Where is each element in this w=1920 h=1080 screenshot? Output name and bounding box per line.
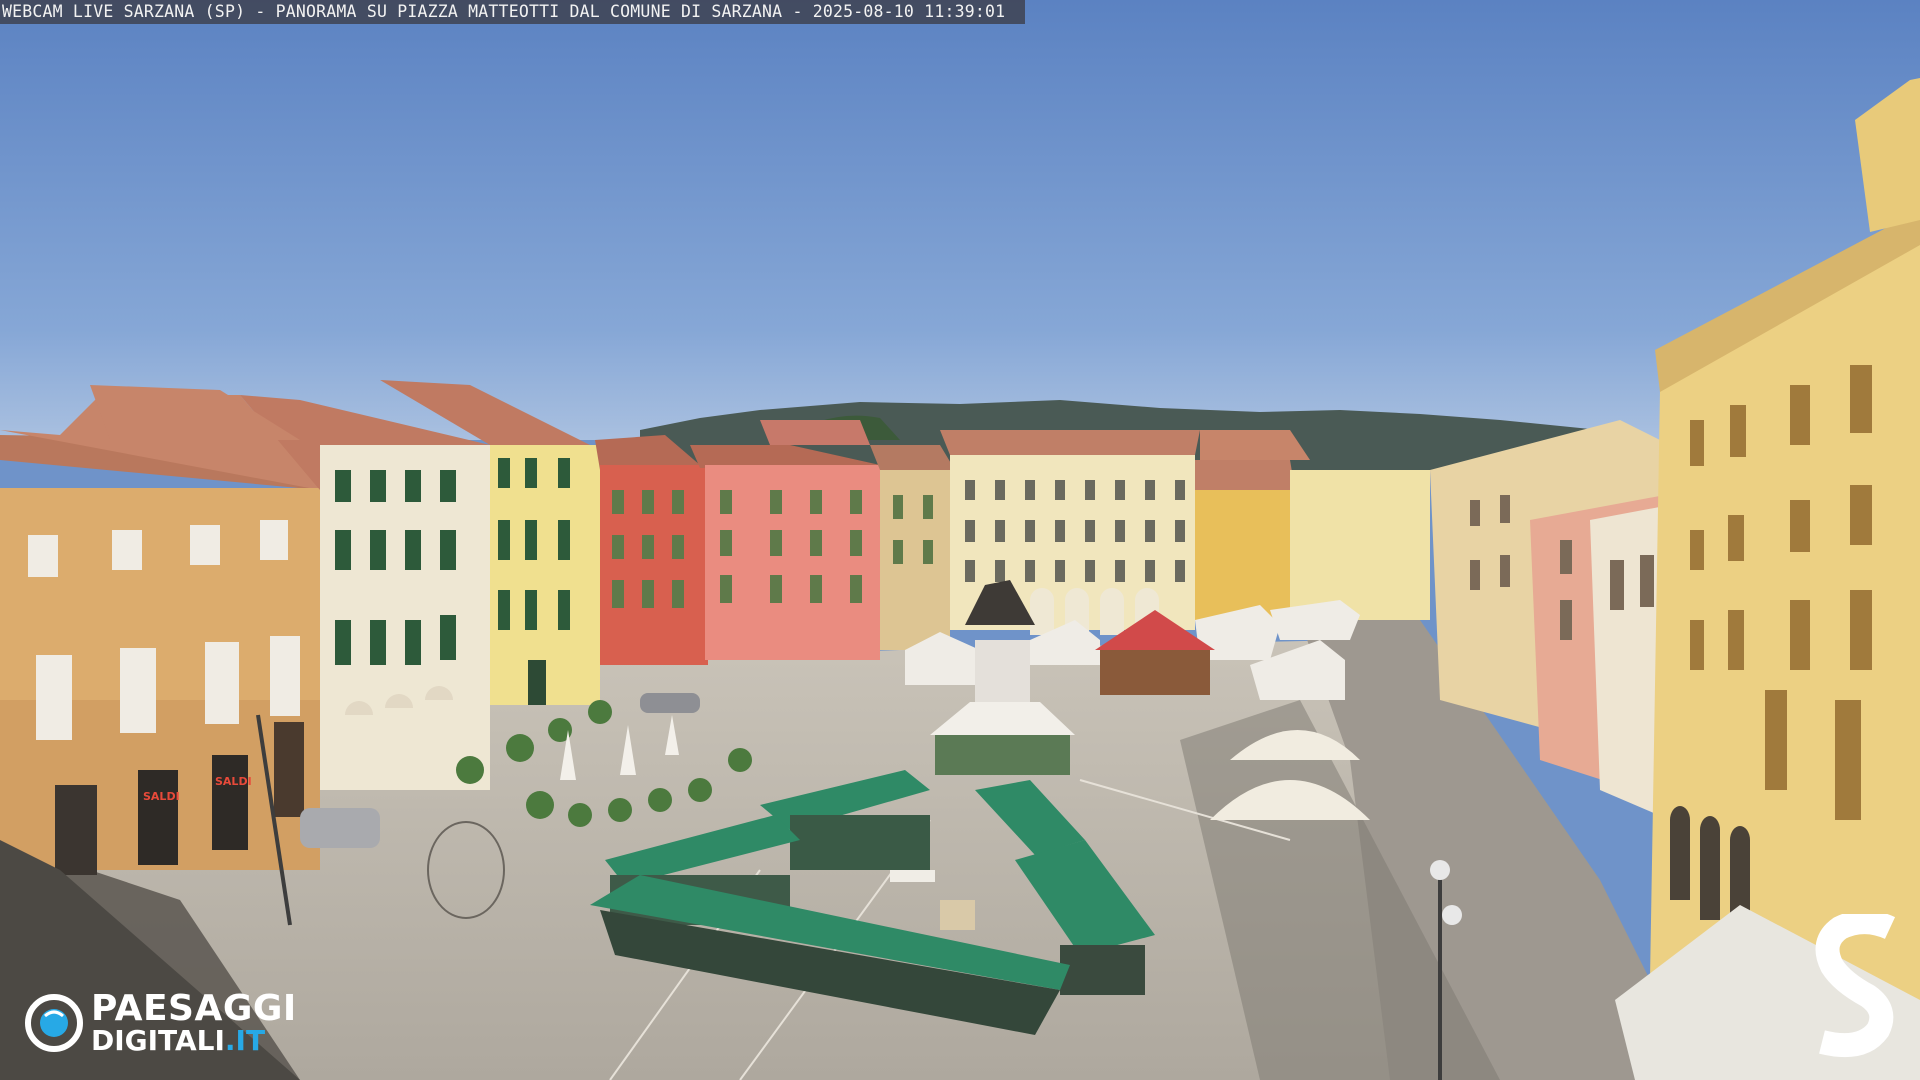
paesaggi-digitali-logo: PAESAGGI DIGITALI.IT	[25, 990, 325, 1060]
logo-line-2-suffix: .IT	[224, 1024, 266, 1057]
shop-sign-saldi-1: SALDI	[143, 790, 180, 803]
logo-line-2-main: DIGITALI	[91, 1024, 225, 1057]
parked-car	[300, 808, 380, 848]
shop-sign-saldi-2: SALDI	[215, 775, 252, 788]
eye-camera-icon	[25, 994, 83, 1052]
webcam-scene: SALDI SALDI	[0, 0, 1920, 1080]
stylized-s-icon	[1815, 914, 1896, 1058]
sky	[0, 0, 1920, 440]
logo-line-2: DIGITALI.IT	[91, 1025, 265, 1057]
webcam-caption: WEBCAM LIVE SARZANA (SP) - PANORAMA SU P…	[0, 0, 1025, 24]
monument	[975, 640, 1030, 710]
logo-line-1: PAESAGGI	[91, 988, 297, 1029]
